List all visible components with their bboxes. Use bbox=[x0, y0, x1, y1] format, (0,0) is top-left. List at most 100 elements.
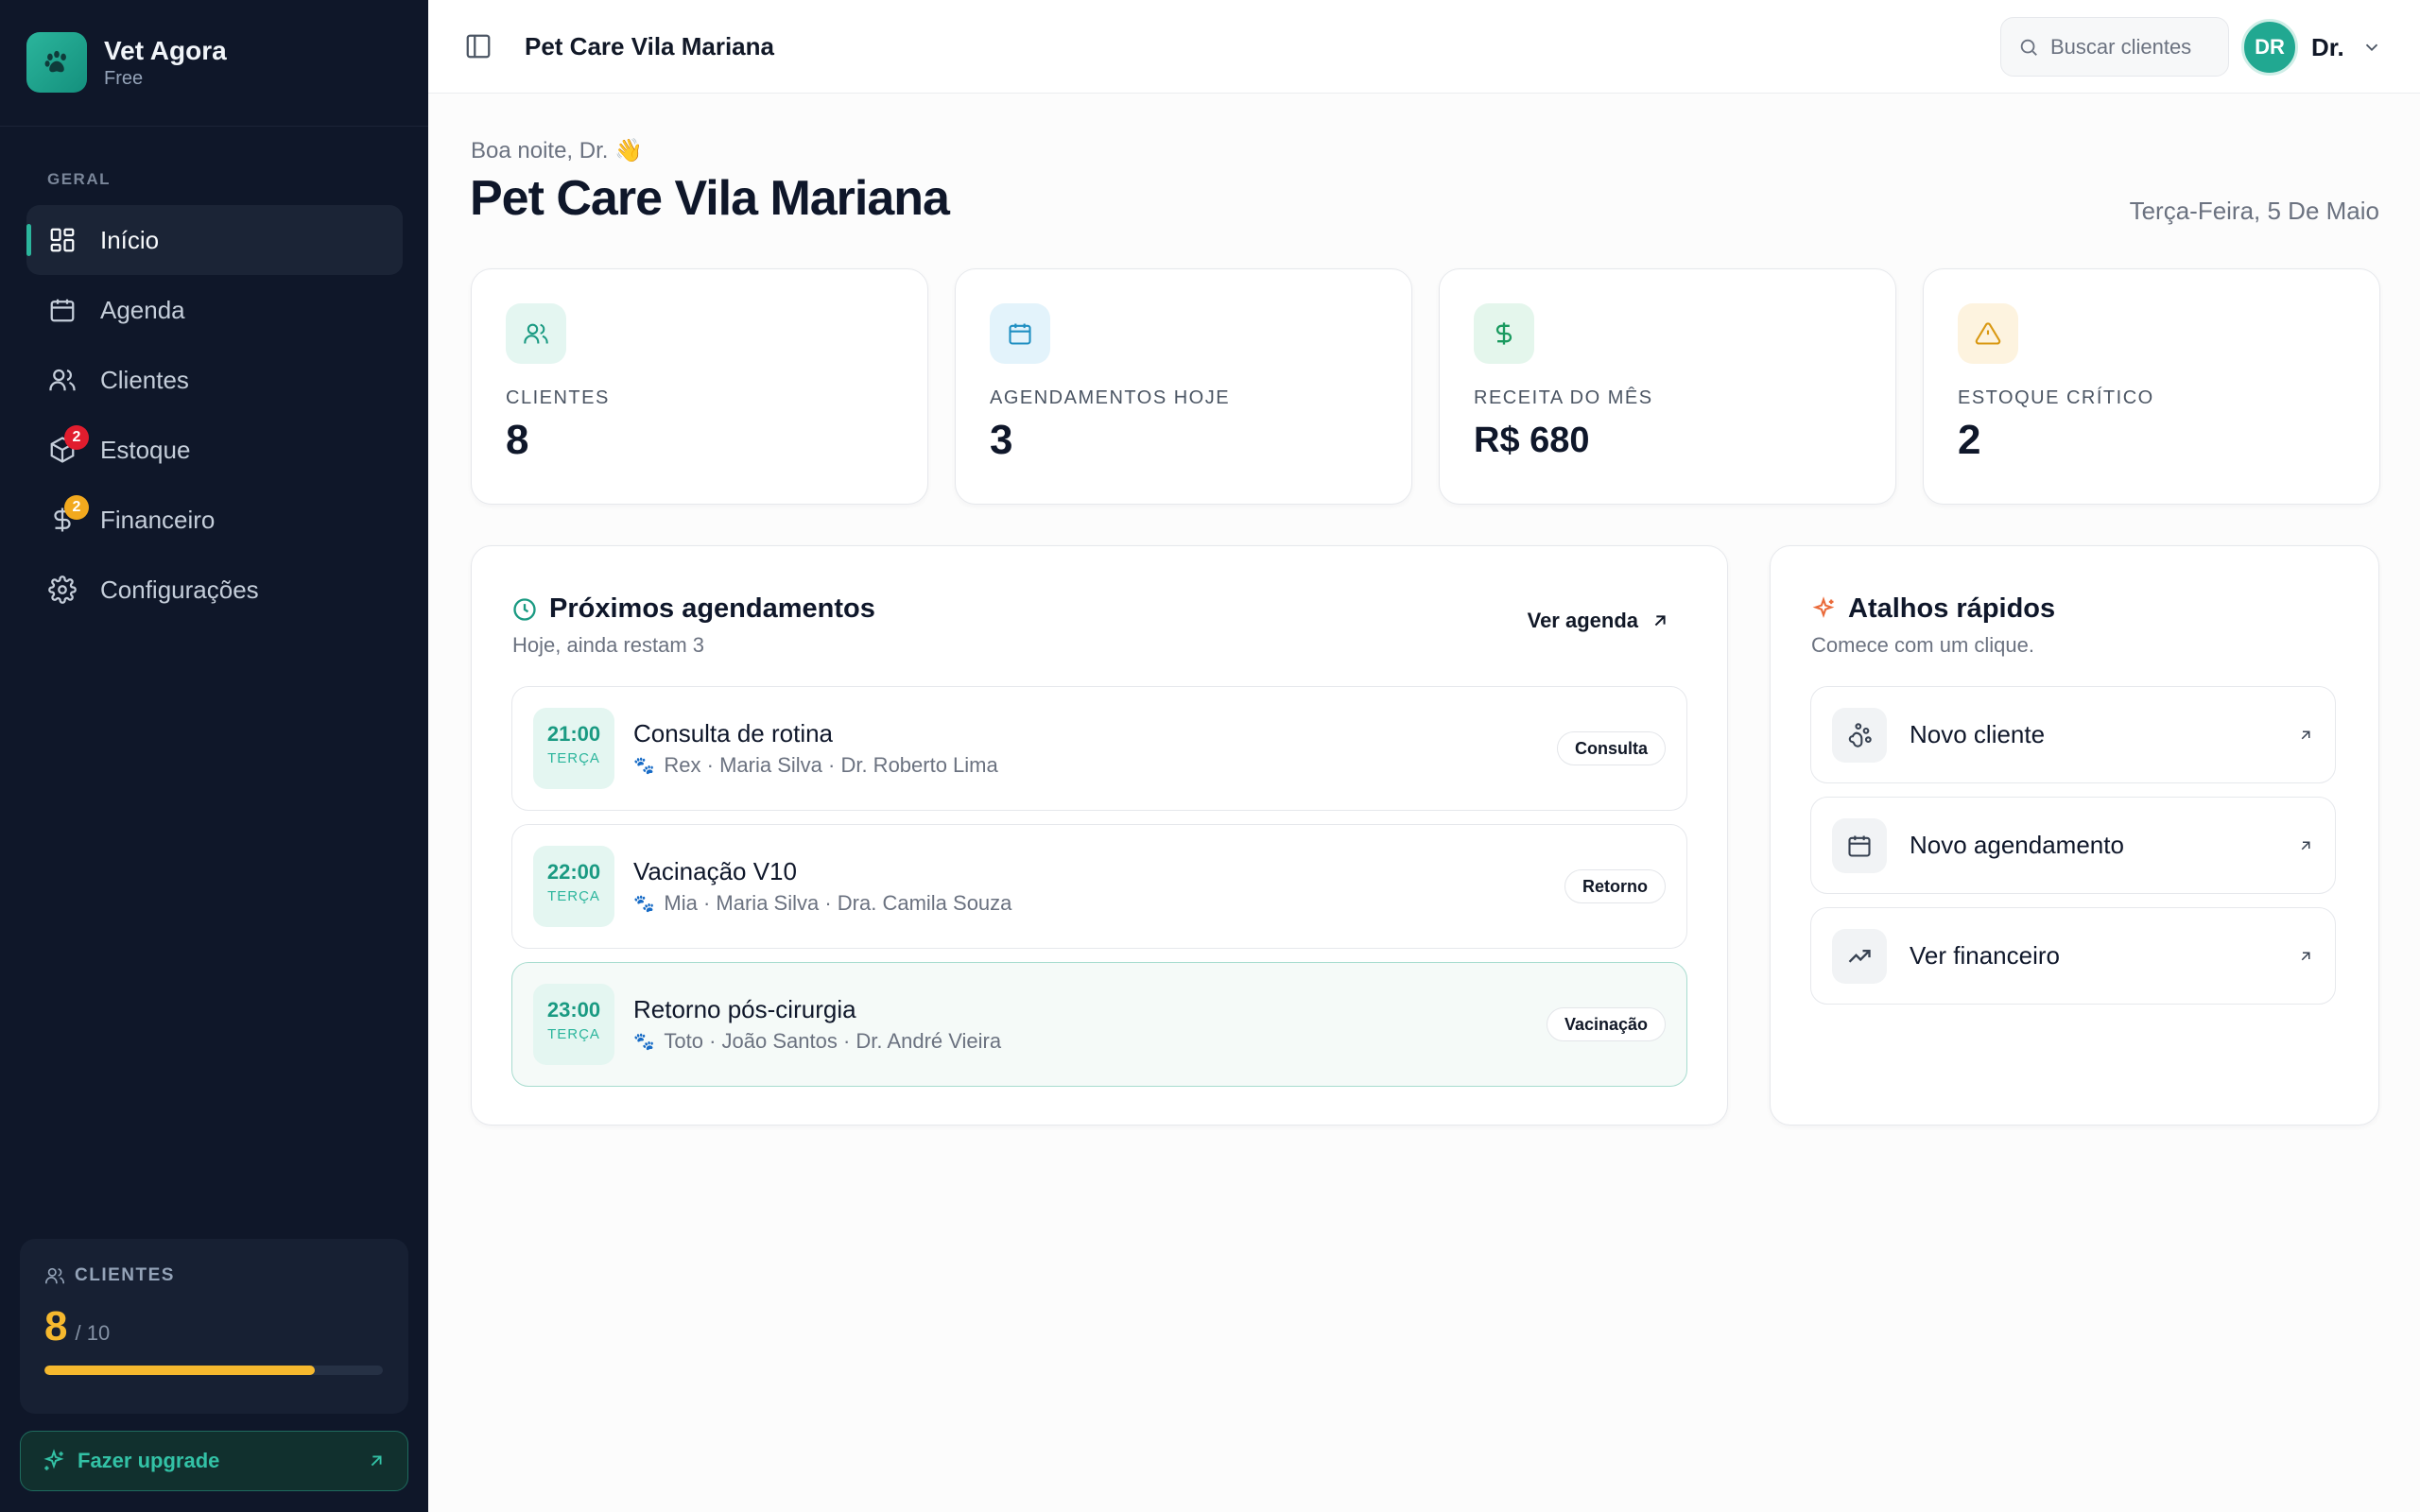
sidebar: Vet Agora Free GERAL Início Agenda Clien… bbox=[0, 0, 428, 1512]
sparkles-icon bbox=[1812, 595, 1835, 618]
appointment-time-block: 21:00 TERÇA bbox=[533, 708, 614, 789]
shortcuts-title: Atalhos rápidos bbox=[1848, 593, 2056, 624]
user-menu[interactable]: DR Dr. bbox=[2241, 19, 2382, 76]
arrow-up-right-icon bbox=[2301, 841, 2310, 850]
appointment-item[interactable]: 22:00 TERÇA Vacinação V10 🐾 Mia · Maria … bbox=[511, 824, 1687, 949]
appointment-type-badge: Consulta bbox=[1556, 731, 1666, 765]
nav-section-label: GERAL bbox=[47, 170, 111, 188]
estoque-badge: 2 bbox=[64, 425, 89, 450]
paw-icon: 🐾 bbox=[633, 1031, 655, 1051]
topbar-title: Pet Care Vila Mariana bbox=[525, 32, 774, 60]
sidebar-toggle-icon[interactable] bbox=[464, 32, 494, 62]
brand[interactable]: Vet Agora Free bbox=[26, 32, 227, 93]
appointments-panel: Próximos agendamentos Hoje, ainda restam… bbox=[471, 545, 1728, 1125]
appointment-time: 21:00 bbox=[546, 722, 601, 746]
appointment-day: TERÇA bbox=[547, 750, 600, 766]
stat-label: CLIENTES bbox=[506, 387, 610, 408]
sidebar-item-estoque[interactable]: 2 Estoque bbox=[26, 415, 403, 485]
calendar-icon bbox=[47, 295, 78, 325]
appointment-title: Retorno pós-cirurgia bbox=[633, 995, 856, 1023]
arrow-up-right-icon bbox=[2301, 730, 2310, 739]
shortcut-ver-financeiro[interactable]: Ver financeiro bbox=[1810, 907, 2336, 1005]
page-title: Pet Care Vila Mariana bbox=[470, 171, 950, 226]
sidebar-item-label: Configurações bbox=[100, 575, 259, 604]
brand-plan: Free bbox=[104, 68, 144, 89]
quota-progress-bar bbox=[44, 1366, 383, 1375]
appointment-time-block: 23:00 TERÇA bbox=[533, 984, 614, 1065]
quota-label: CLIENTES bbox=[75, 1265, 175, 1285]
gear-icon bbox=[47, 575, 78, 605]
current-date: Terça-Feira, 5 De Maio bbox=[2129, 197, 2379, 225]
upgrade-label: Fazer upgrade bbox=[78, 1449, 220, 1472]
appointment-title: Vacinação V10 bbox=[633, 857, 797, 885]
appointment-title: Consulta de rotina bbox=[633, 719, 834, 747]
sidebar-item-label: Financeiro bbox=[100, 505, 216, 534]
sidebar-item-label: Início bbox=[100, 225, 160, 254]
appointment-day: TERÇA bbox=[547, 1026, 600, 1042]
upgrade-button[interactable]: Fazer upgrade bbox=[20, 1431, 408, 1491]
sidebar-item-inicio[interactable]: Início bbox=[26, 205, 403, 275]
warning-icon bbox=[1958, 303, 2018, 364]
shortcut-label: Ver financeiro bbox=[1910, 941, 2060, 970]
stat-card-clientes: CLIENTES 8 bbox=[471, 268, 928, 505]
calendar-icon bbox=[990, 303, 1050, 364]
appointment-type-badge: Retorno bbox=[1564, 869, 1666, 903]
calendar-icon bbox=[1832, 817, 1887, 873]
ver-agenda-link[interactable]: Ver agenda bbox=[1528, 609, 1670, 633]
sidebar-item-label: Estoque bbox=[100, 435, 191, 464]
dashboard-icon bbox=[47, 225, 78, 255]
topbar: Pet Care Vila Mariana DR Dr. bbox=[428, 0, 2420, 94]
stat-label: AGENDAMENTOS HOJE bbox=[990, 387, 1231, 408]
appointment-meta: Mia · Maria Silva · Dra. Camila Souza bbox=[664, 891, 1012, 915]
chevron-down-icon bbox=[2365, 43, 2377, 52]
appointment-time: 22:00 bbox=[546, 860, 601, 884]
stat-value: 8 bbox=[506, 417, 529, 463]
client-quota-card: CLIENTES 8 / 10 bbox=[20, 1239, 408, 1414]
clock-icon bbox=[513, 597, 536, 621]
sidebar-item-configuracoes[interactable]: Configurações bbox=[26, 555, 403, 625]
avatar: DR bbox=[2241, 19, 2298, 76]
user-name: Dr. bbox=[2311, 32, 2344, 61]
search-box[interactable] bbox=[2000, 17, 2229, 77]
appointment-item[interactable]: 23:00 TERÇA Retorno pós-cirurgia 🐾 Toto … bbox=[511, 962, 1687, 1087]
appointment-type-badge: Vacinação bbox=[1546, 1007, 1666, 1041]
shortcuts-panel: Atalhos rápidos Comece com um clique. No… bbox=[1770, 545, 2379, 1125]
stat-label: RECEITA DO MÊS bbox=[1474, 387, 1653, 408]
paw-icon: 🐾 bbox=[633, 755, 655, 775]
paw-icon: 🐾 bbox=[633, 893, 655, 913]
appointments-title: Próximos agendamentos bbox=[549, 593, 875, 624]
paw-logo-icon bbox=[26, 32, 87, 93]
appointment-item[interactable]: 21:00 TERÇA Consulta de rotina 🐾 Rex · M… bbox=[511, 686, 1687, 811]
sidebar-item-label: Clientes bbox=[100, 365, 189, 394]
trend-up-icon bbox=[1832, 928, 1887, 984]
financeiro-badge: 2 bbox=[64, 495, 89, 520]
appointments-subtitle: Hoje, ainda restam 3 bbox=[512, 633, 704, 657]
appointment-meta: Rex · Maria Silva · Dr. Roberto Lima bbox=[664, 753, 998, 777]
sidebar-nav: Início Agenda Clientes 2 Estoque 2 Finan… bbox=[26, 205, 403, 625]
sidebar-item-clientes[interactable]: Clientes bbox=[26, 345, 403, 415]
sidebar-item-financeiro[interactable]: 2 Financeiro bbox=[26, 485, 403, 555]
shortcut-novo-cliente[interactable]: Novo cliente bbox=[1810, 686, 2336, 783]
search-input[interactable] bbox=[2050, 34, 2211, 60]
paw-icon bbox=[1832, 707, 1887, 763]
greeting: Boa noite, Dr. 👋 bbox=[471, 138, 643, 163]
brand-name: Vet Agora bbox=[104, 36, 227, 65]
stat-card-receita: RECEITA DO MÊS R$ 680 bbox=[1439, 268, 1896, 505]
shortcut-label: Novo cliente bbox=[1910, 720, 2046, 748]
quota-max: / 10 bbox=[75, 1321, 111, 1345]
stat-value: 2 bbox=[1958, 417, 1981, 463]
appointment-time-block: 22:00 TERÇA bbox=[533, 846, 614, 927]
quota-count: 8 bbox=[44, 1303, 68, 1349]
shortcuts-subtitle: Comece com um clique. bbox=[1811, 633, 2034, 657]
arrow-up-right-icon bbox=[371, 1455, 382, 1467]
package-icon: 2 bbox=[47, 425, 89, 465]
search-icon bbox=[2020, 39, 2037, 56]
shortcut-novo-agendamento[interactable]: Novo agendamento bbox=[1810, 797, 2336, 894]
ver-agenda-label: Ver agenda bbox=[1527, 609, 1638, 632]
appointment-day: TERÇA bbox=[547, 888, 600, 904]
quota-progress-fill bbox=[44, 1366, 316, 1375]
appointment-time: 23:00 bbox=[546, 998, 601, 1022]
sparkles-icon bbox=[43, 1449, 64, 1470]
sidebar-item-agenda[interactable]: Agenda bbox=[26, 275, 403, 345]
arrow-up-right-icon bbox=[1654, 615, 1666, 627]
